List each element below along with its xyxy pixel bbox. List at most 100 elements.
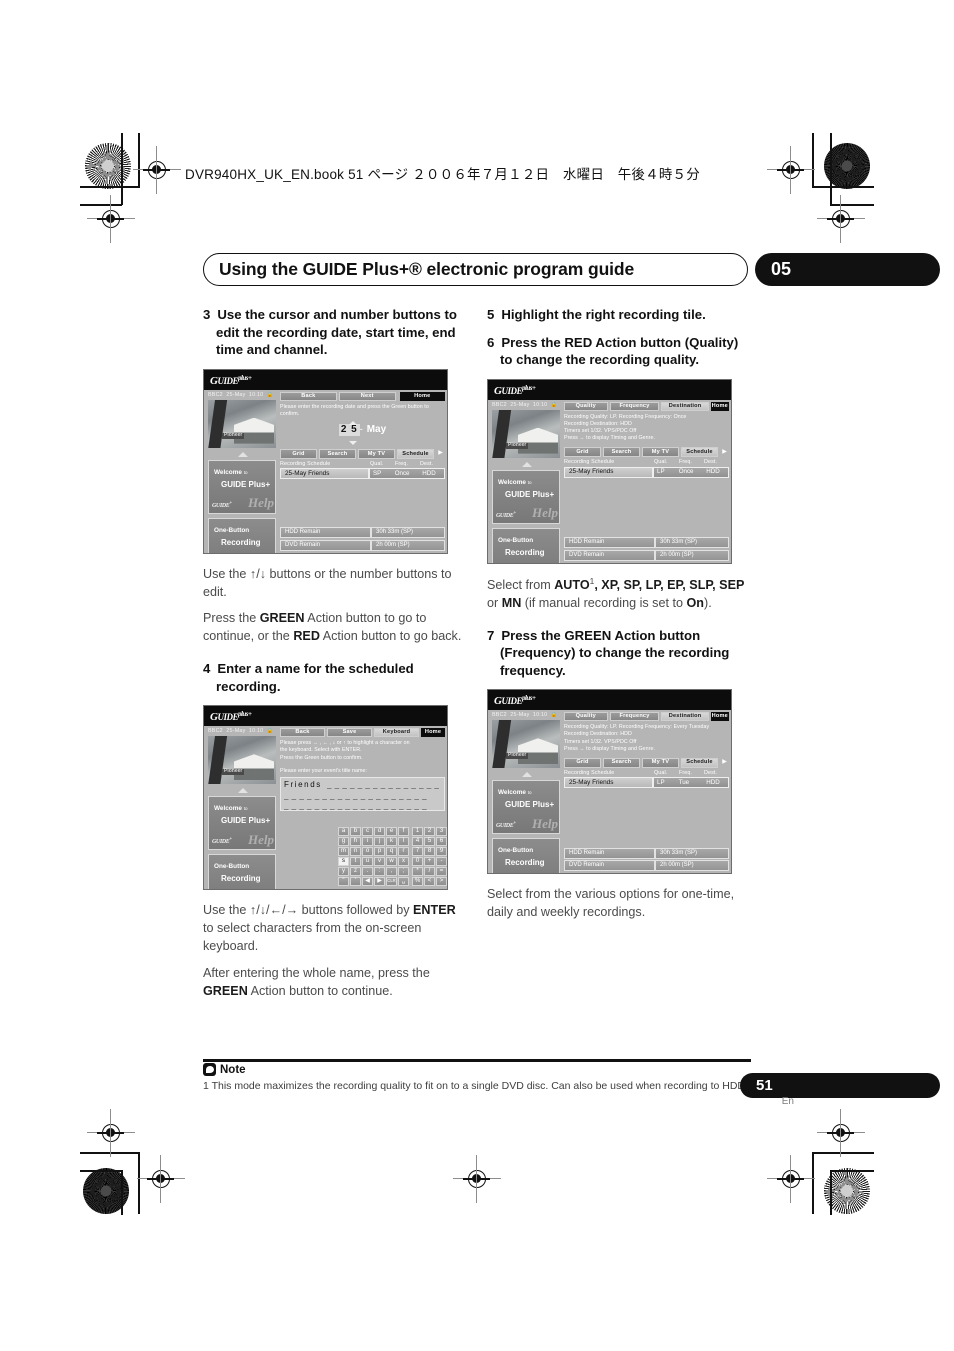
tile-one-button-recording[interactable]: One-Button Recording Help GUIDE+ bbox=[492, 838, 560, 874]
key-6[interactable]: 6 bbox=[436, 837, 447, 847]
key-quote[interactable]: " bbox=[338, 877, 349, 887]
tab-schedule[interactable]: Schedule bbox=[681, 757, 718, 768]
title-name-input[interactable]: Friends _ _ _ _ _ _ _ _ _ _ _ _ _ _ _ _ … bbox=[280, 777, 445, 812]
date-month-value[interactable]: May bbox=[367, 424, 386, 435]
key-period[interactable]: . bbox=[362, 867, 373, 877]
key-3[interactable]: 3 bbox=[436, 827, 447, 837]
schedule-row-quality[interactable]: LP bbox=[654, 779, 679, 786]
key-space[interactable]: ␣ bbox=[398, 877, 409, 887]
tile-one-button-recording[interactable]: One-Button Recording Help GUIDE+ bbox=[208, 517, 276, 553]
key-e[interactable]: e bbox=[386, 827, 397, 837]
action-keyboard-button[interactable]: Keyboard bbox=[374, 728, 419, 738]
key-z[interactable]: z bbox=[350, 867, 361, 877]
key-u[interactable]: u bbox=[362, 857, 373, 867]
schedule-row-name[interactable]: 25-May Friends bbox=[564, 777, 653, 789]
action-next-button[interactable]: Next bbox=[338, 391, 396, 401]
key-4[interactable]: 4 bbox=[412, 837, 423, 847]
key-5[interactable]: 5 bbox=[424, 837, 435, 847]
key-asterisk[interactable]: * bbox=[412, 867, 423, 877]
key-k[interactable]: k bbox=[386, 837, 397, 847]
date-spinner-down-icon[interactable] bbox=[348, 440, 357, 445]
tab-grid[interactable]: Grid bbox=[564, 447, 601, 458]
tab-schedule[interactable]: Schedule bbox=[397, 448, 434, 459]
key-x[interactable]: x bbox=[398, 857, 409, 867]
key-o[interactable]: o bbox=[362, 847, 373, 857]
key-r[interactable]: r bbox=[398, 847, 409, 857]
action-destination-button[interactable]: Destination bbox=[661, 401, 709, 411]
key-c[interactable]: c bbox=[362, 827, 373, 837]
key-clear[interactable]: CLR bbox=[386, 877, 397, 887]
key-minus[interactable]: - bbox=[436, 857, 447, 867]
tile-welcome[interactable]: Welcome to GUIDE Plus+ Help GUIDE+ bbox=[208, 459, 276, 514]
key-l[interactable]: l bbox=[398, 837, 409, 847]
tab-grid[interactable]: Grid bbox=[564, 757, 601, 768]
schedule-row-frequency[interactable]: Tue bbox=[679, 779, 707, 786]
key-a[interactable]: a bbox=[338, 827, 349, 837]
key-y[interactable]: y bbox=[338, 867, 349, 877]
action-home-button[interactable]: Home bbox=[399, 391, 445, 401]
tab-search[interactable]: Search bbox=[603, 757, 640, 768]
schedule-row-quality[interactable]: LP bbox=[654, 468, 679, 475]
key-right-arrow-icon[interactable]: ▶ bbox=[374, 877, 385, 887]
action-home-button[interactable]: Home bbox=[710, 712, 729, 722]
key-8[interactable]: 8 bbox=[424, 847, 435, 857]
key-9[interactable]: 9 bbox=[436, 847, 447, 857]
key-i[interactable]: i bbox=[362, 837, 373, 847]
key-p[interactable]: p bbox=[374, 847, 385, 857]
key-comma[interactable]: , bbox=[386, 867, 397, 877]
key-h[interactable]: h bbox=[350, 837, 361, 847]
action-home-button[interactable]: Home bbox=[710, 401, 729, 411]
key-q[interactable]: q bbox=[386, 847, 397, 857]
tile-one-button-recording[interactable]: One-Button Recording Help GUIDE+ bbox=[492, 527, 560, 563]
key-semicolon[interactable]: ; bbox=[398, 867, 409, 877]
tab-next-arrow-icon[interactable]: ▶ bbox=[720, 447, 729, 457]
key-v[interactable]: v bbox=[374, 857, 385, 867]
key-plus[interactable]: + bbox=[424, 857, 435, 867]
scroll-up-arrow-icon[interactable] bbox=[238, 451, 248, 457]
key-g[interactable]: g bbox=[338, 837, 349, 847]
key-m[interactable]: m bbox=[338, 847, 349, 857]
date-day-value[interactable]: 2 5 bbox=[338, 423, 360, 436]
schedule-row[interactable]: 25-May Friends LP Tue HDD bbox=[564, 777, 729, 789]
action-frequency-button[interactable]: Frequency bbox=[609, 401, 660, 411]
schedule-row-frequency[interactable]: Once bbox=[395, 470, 423, 477]
schedule-row-destination[interactable]: HDD bbox=[422, 470, 444, 477]
action-back-button[interactable]: Back bbox=[280, 728, 325, 738]
key-n[interactable]: n bbox=[350, 847, 361, 857]
key-2[interactable]: 2 bbox=[424, 827, 435, 837]
tab-search[interactable]: Search bbox=[319, 448, 356, 459]
schedule-row-name[interactable]: 25-May Friends bbox=[564, 466, 653, 478]
schedule-row-quality[interactable]: SP bbox=[370, 470, 395, 477]
schedule-row-frequency[interactable]: Once bbox=[679, 468, 707, 475]
schedule-row-destination[interactable]: HDD bbox=[706, 779, 728, 786]
action-save-button[interactable]: Save bbox=[327, 728, 372, 738]
key-1[interactable]: 1 bbox=[412, 827, 423, 837]
tile-one-button-recording[interactable]: One-Button Recording Help GUIDE+ bbox=[208, 854, 276, 890]
key-b[interactable]: b bbox=[350, 827, 361, 837]
action-quality-button[interactable]: Quality bbox=[564, 401, 608, 411]
scroll-up-arrow-icon[interactable] bbox=[522, 772, 532, 778]
action-frequency-button[interactable]: Frequency bbox=[609, 712, 660, 722]
key-w[interactable]: w bbox=[386, 857, 397, 867]
scroll-up-arrow-icon[interactable] bbox=[238, 788, 248, 794]
schedule-row[interactable]: 25-May Friends SP Once HDD bbox=[280, 468, 445, 480]
key-j[interactable]: j bbox=[374, 837, 385, 847]
tile-welcome[interactable]: Welcome to GUIDE Plus+ Help GUIDE+ bbox=[208, 796, 276, 851]
tab-search[interactable]: Search bbox=[603, 447, 640, 458]
key-slash[interactable]: / bbox=[424, 867, 435, 877]
tab-grid[interactable]: Grid bbox=[280, 448, 317, 459]
key-t[interactable]: t bbox=[350, 857, 361, 867]
key-percent[interactable]: % bbox=[412, 877, 423, 887]
key-s[interactable]: s bbox=[338, 857, 349, 867]
key-apostrophe[interactable]: ' bbox=[350, 877, 361, 887]
action-quality-button[interactable]: Quality bbox=[564, 712, 608, 722]
schedule-row[interactable]: 25-May Friends LP Once HDD bbox=[564, 466, 729, 478]
date-spinner-up-icon[interactable] bbox=[348, 420, 357, 425]
action-home-button[interactable]: Home bbox=[421, 728, 445, 738]
key-colon[interactable]: : bbox=[374, 867, 385, 877]
key-equals[interactable]: = bbox=[436, 867, 447, 877]
key-less-than[interactable]: < bbox=[424, 877, 435, 887]
tab-my-tv[interactable]: My TV bbox=[642, 447, 679, 458]
tab-my-tv[interactable]: My TV bbox=[358, 448, 395, 459]
schedule-row-destination[interactable]: HDD bbox=[706, 468, 728, 475]
